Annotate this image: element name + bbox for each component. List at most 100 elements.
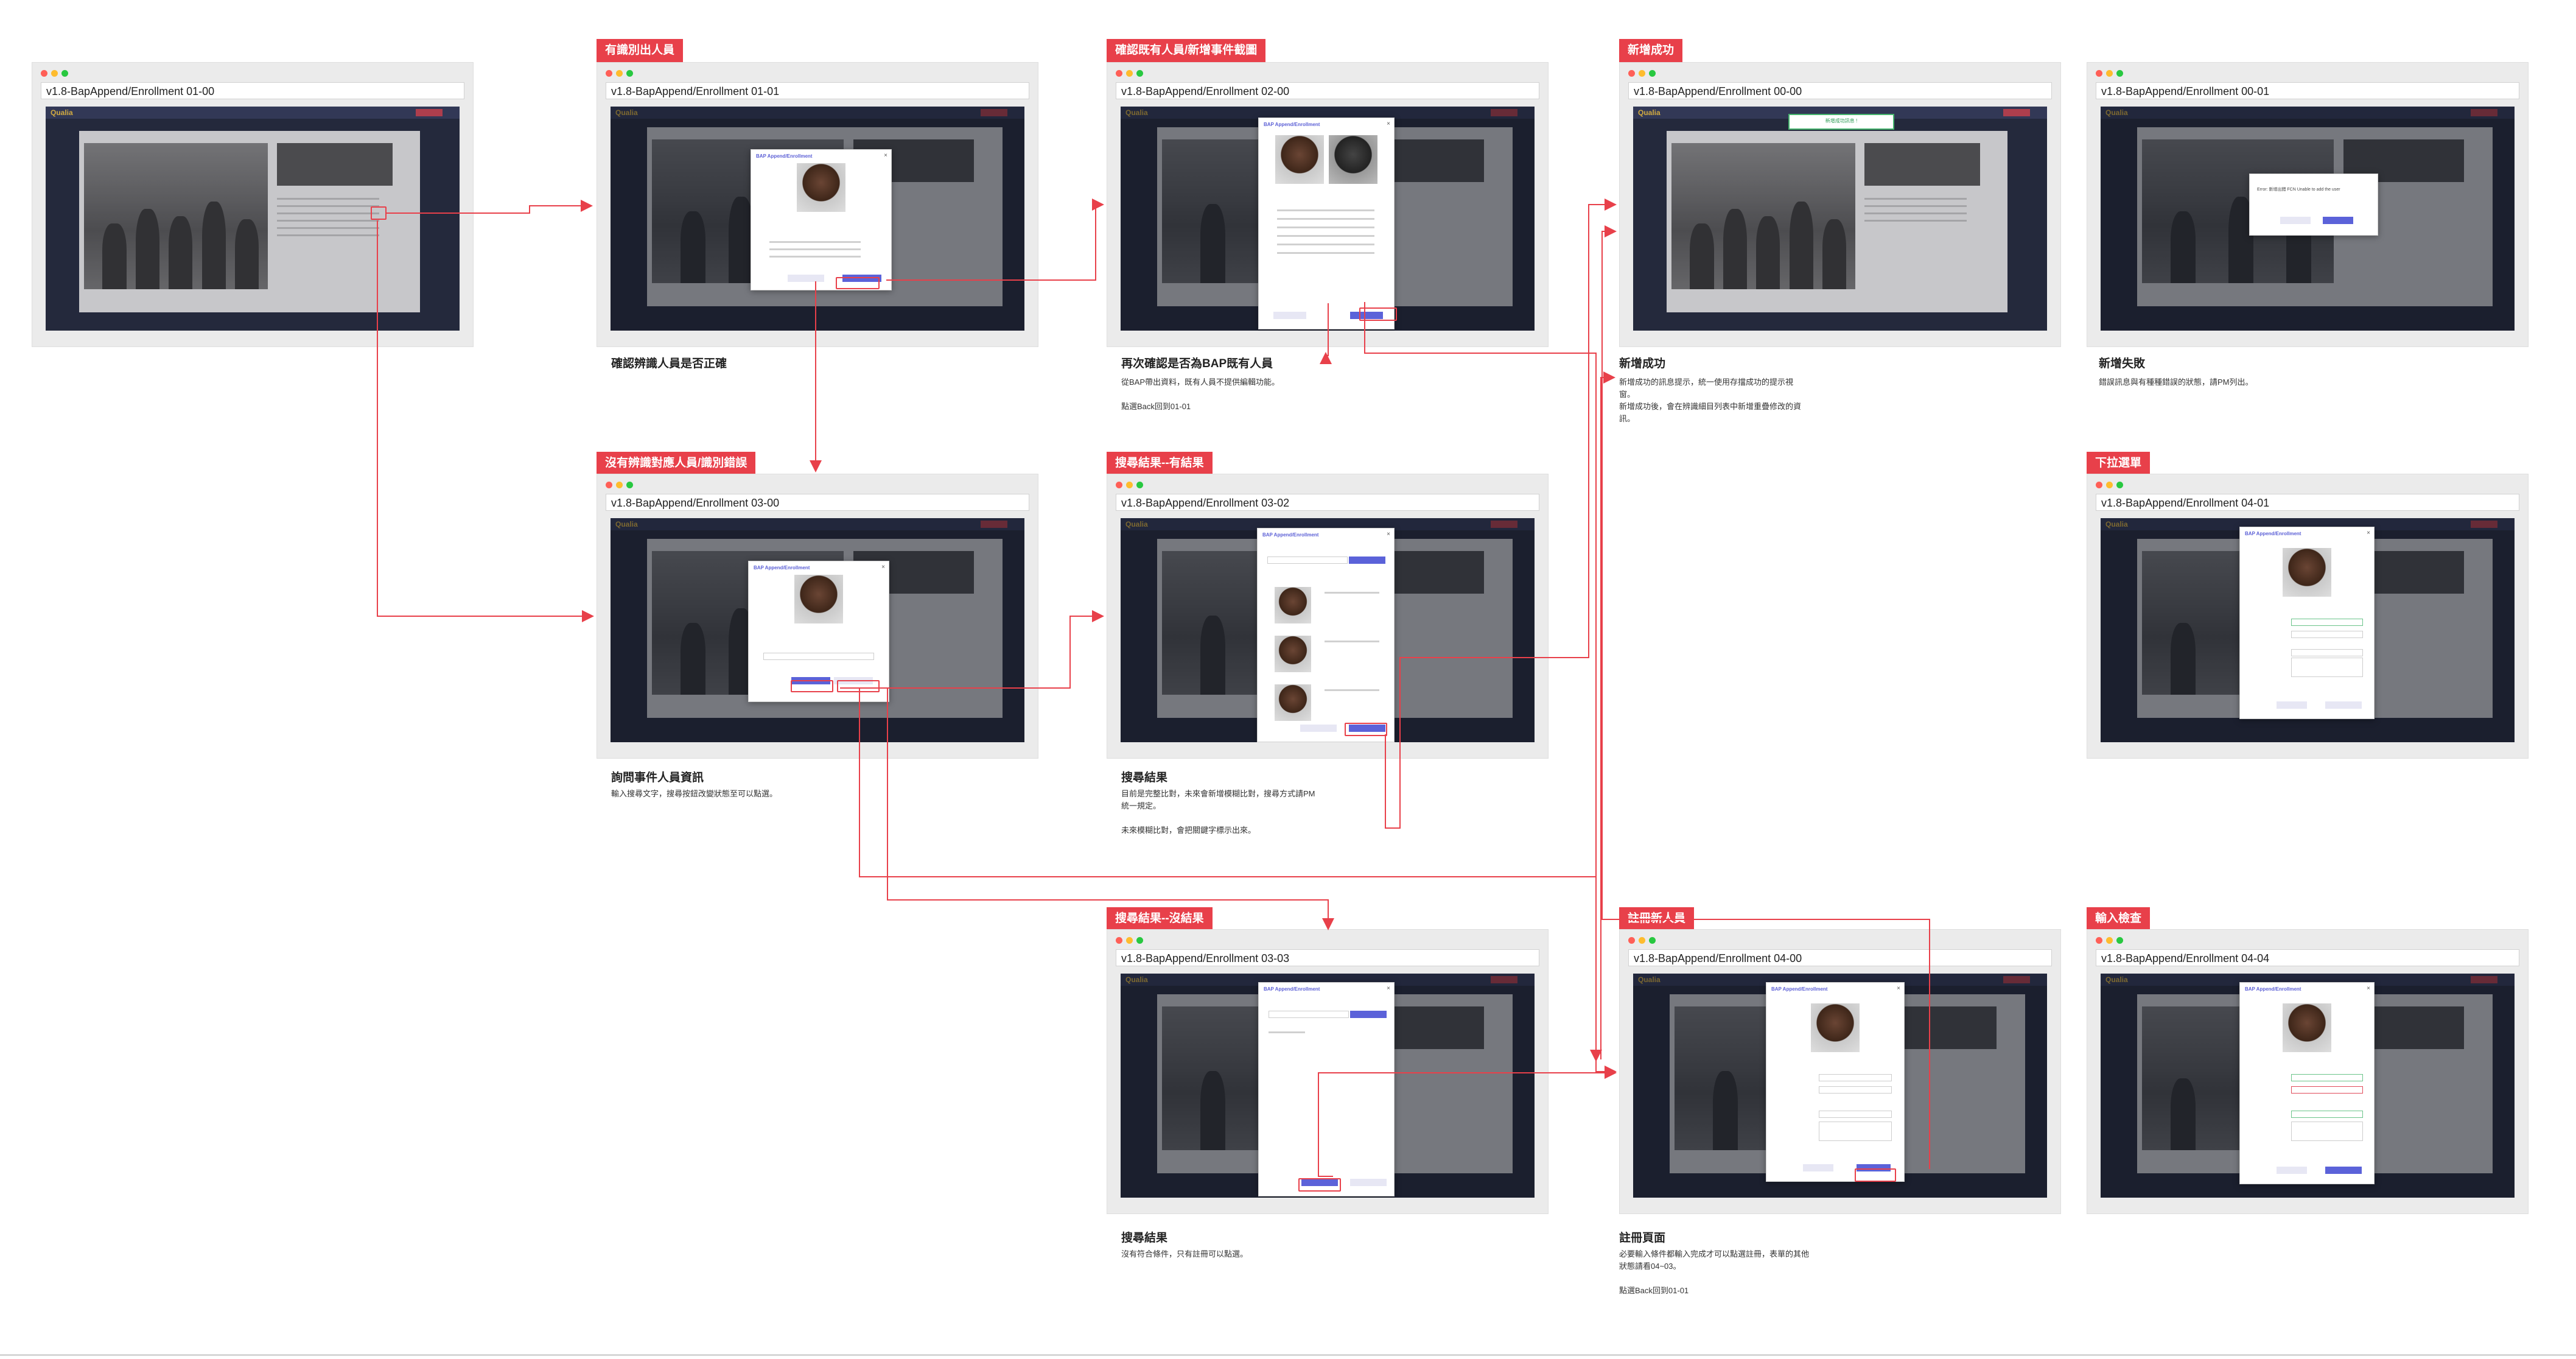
screen-preview: Qualia BAP Append/Enrollment × [1633,974,2047,1198]
screen-preview: Qualia 新增成功訊息 ! [1633,107,2047,331]
screen-address: v1.8-BapAppend/Enrollment 02-00 [1116,82,1539,99]
window-controls [1116,482,1143,488]
window-controls [1628,70,1656,77]
confirm-button-highlight[interactable] [836,277,880,289]
enroll-button-highlight[interactable] [837,680,880,692]
enroll-form-modal: BAP Append/Enrollment × [1766,982,1905,1182]
caption-title: 再次確認是否為BAP既有人員 [1121,357,1273,370]
enroll-button-highlight[interactable] [1298,1178,1341,1192]
window-controls [606,70,633,77]
bottom-divider [0,1354,2576,1356]
enroll-icon-highlight[interactable] [371,206,387,220]
search-button-highlight[interactable] [791,680,833,692]
window-controls [1116,70,1143,77]
section-tag: 註冊新人員 [1619,907,1695,930]
caption-title: 詢問事件人員資訊 [611,771,704,784]
caption-title: 註冊頁面 [1619,1232,1666,1245]
screen-preview: Qualia BAP Append/Enrollment × [1121,518,1535,742]
no-results-modal: BAP Append/Enrollment × [1258,982,1395,1196]
confirm-person-modal: BAP Append/Enrollment × [751,149,892,290]
screen-preview: Qualia BAP Append/Enrollment × [2101,974,2515,1198]
caption-title: 搜尋結果 [1121,1232,1168,1245]
close-icon[interactable]: × [1387,985,1390,992]
screen-card-03-03: v1.8-BapAppend/Enrollment 03-03 Qualia B… [1107,929,1549,1214]
screen-card-02-00: v1.8-BapAppend/Enrollment 02-00 Qualia B… [1107,62,1549,347]
modal-title: BAP Append/Enrollment [1264,986,1320,992]
close-icon[interactable]: × [884,152,887,159]
close-icon[interactable]: × [1387,531,1390,538]
section-tag: 確認既有人員/新增事件截圖 [1107,39,1266,62]
caption-title: 確認辨識人員是否正確 [611,357,727,370]
window-controls [1628,937,1656,944]
modal-title: BAP Append/Enrollment [754,565,810,571]
screen-preview: Qualia BAP Append/Enrollment × [2101,518,2515,742]
enroll-submit-highlight[interactable] [1855,1168,1896,1182]
window-controls [606,482,633,488]
window-controls [41,70,68,77]
screen-card-01-01: v1.8-BapAppend/Enrollment 01-01 Qualia B… [597,62,1038,347]
flow-connector [1600,371,1615,1059]
section-tag: 搜尋結果--沒結果 [1107,907,1213,930]
section-tag: 沒有辨識對應人員/識別錯誤 [597,452,756,475]
screen-card-04-04: v1.8-BapAppend/Enrollment 04-04 Qualia B… [2087,929,2529,1214]
error-message: Error: 新增出錯 FCN Unable to add the user [2257,188,2340,192]
section-tag: 搜尋結果--有結果 [1107,452,1213,475]
success-toast: 新增成功訊息 ! [1788,114,1894,130]
window-controls [2096,482,2123,488]
existing-person-modal: BAP Append/Enrollment × [1258,118,1395,329]
screen-address: v1.8-BapAppend/Enrollment 03-00 [606,494,1029,511]
section-tag: 下拉選單 [2087,452,2151,475]
close-icon[interactable]: × [2367,530,2370,536]
caption-body: 目前是完整比對，未來會新增模糊比對，搜尋方式請PM統一規定。 未來模糊比對，會把… [1121,789,1315,835]
screen-address: v1.8-BapAppend/Enrollment 03-03 [1116,949,1539,966]
caption-body: 新增成功的訊息提示，統一使用存擋成功的提示視窗。 新增成功後，會在辨識細目列表中… [1619,378,1802,423]
caption-body: 必要輸入條件都輸入完成才可以點選註冊，表單的其他狀態請看04~03。 點選Bac… [1619,1249,1810,1295]
screen-address: v1.8-BapAppend/Enrollment 04-04 [2096,949,2519,966]
close-icon[interactable]: × [881,564,885,571]
screen-card-01-00: v1.8-BapAppend/Enrollment 01-00 Qualia [32,62,474,347]
caption-body: 沒有符合條件，只有註冊可以點選。 [1121,1249,1248,1259]
screen-preview: Qualia [46,107,460,331]
screen-preview: Qualia BAP Append/Enrollment × [1121,107,1535,331]
screen-card-00-00: v1.8-BapAppend/Enrollment 00-00 Qualia 新… [1619,62,2061,347]
screen-address: v1.8-BapAppend/Enrollment 00-01 [2096,82,2519,99]
screen-card-03-02: v1.8-BapAppend/Enrollment 03-02 Qualia B… [1107,474,1549,759]
modal-title: BAP Append/Enrollment [2245,986,2301,992]
caption-body: 輸入搜尋文字，搜尋按鈕改變狀態至可以點選。 [611,789,778,798]
window-controls [2096,937,2123,944]
caption-title: 新增失敗 [2099,357,2146,370]
search-results-modal: BAP Append/Enrollment × [1257,528,1395,742]
error-alert-modal: Error: 新增出錯 FCN Unable to add the user [2249,174,2378,236]
modal-title: BAP Append/Enrollment [1771,986,1828,992]
modal-title: BAP Append/Enrollment [2245,531,2301,536]
screen-card-04-01: v1.8-BapAppend/Enrollment 04-01 Qualia B… [2087,474,2529,759]
screen-address: v1.8-BapAppend/Enrollment 01-01 [606,82,1029,99]
screen-preview: Qualia Error: 新增出錯 FCN Unable to add the… [2101,107,2515,331]
screen-address: v1.8-BapAppend/Enrollment 04-00 [1628,949,2052,966]
validation-form-modal: BAP Append/Enrollment × [2239,982,2375,1184]
screen-address: v1.8-BapAppend/Enrollment 00-00 [1628,82,2052,99]
close-icon[interactable]: × [1387,121,1390,127]
dropdown-form-modal: BAP Append/Enrollment × [2239,527,2375,719]
close-icon[interactable]: × [1897,985,1900,992]
section-tag: 輸入檢查 [2087,907,2151,930]
screen-address: v1.8-BapAppend/Enrollment 04-01 [2096,494,2519,511]
modal-title: BAP Append/Enrollment [1262,532,1319,538]
window-controls [2096,70,2123,77]
window-controls [1116,937,1143,944]
close-icon[interactable]: × [2367,985,2370,992]
screen-address: v1.8-BapAppend/Enrollment 01-00 [41,82,464,99]
screen-preview: Qualia BAP Append/Enrollment × [611,518,1024,742]
section-tag: 新增成功 [1619,39,1683,62]
caption-body: 錯誤訊息與有種種錯誤的狀態，請PM列出。 [2099,378,2253,387]
append-button-highlight[interactable] [1345,723,1387,736]
append-button-highlight[interactable] [1359,307,1397,321]
caption-title: 搜尋結果 [1121,771,1168,784]
section-tag: 有識別出人員 [597,39,684,62]
screen-preview: Qualia BAP Append/Enrollment × [611,107,1024,331]
screen-card-04-00: v1.8-BapAppend/Enrollment 04-00 Qualia B… [1619,929,2061,1214]
screen-address: v1.8-BapAppend/Enrollment 03-02 [1116,494,1539,511]
modal-title: BAP Append/Enrollment [756,153,813,159]
caption-body: 從BAP帶出資料，既有人員不提供編輯功能。 點選Back回到01-01 [1121,378,1280,411]
modal-title: BAP Append/Enrollment [1264,122,1320,127]
